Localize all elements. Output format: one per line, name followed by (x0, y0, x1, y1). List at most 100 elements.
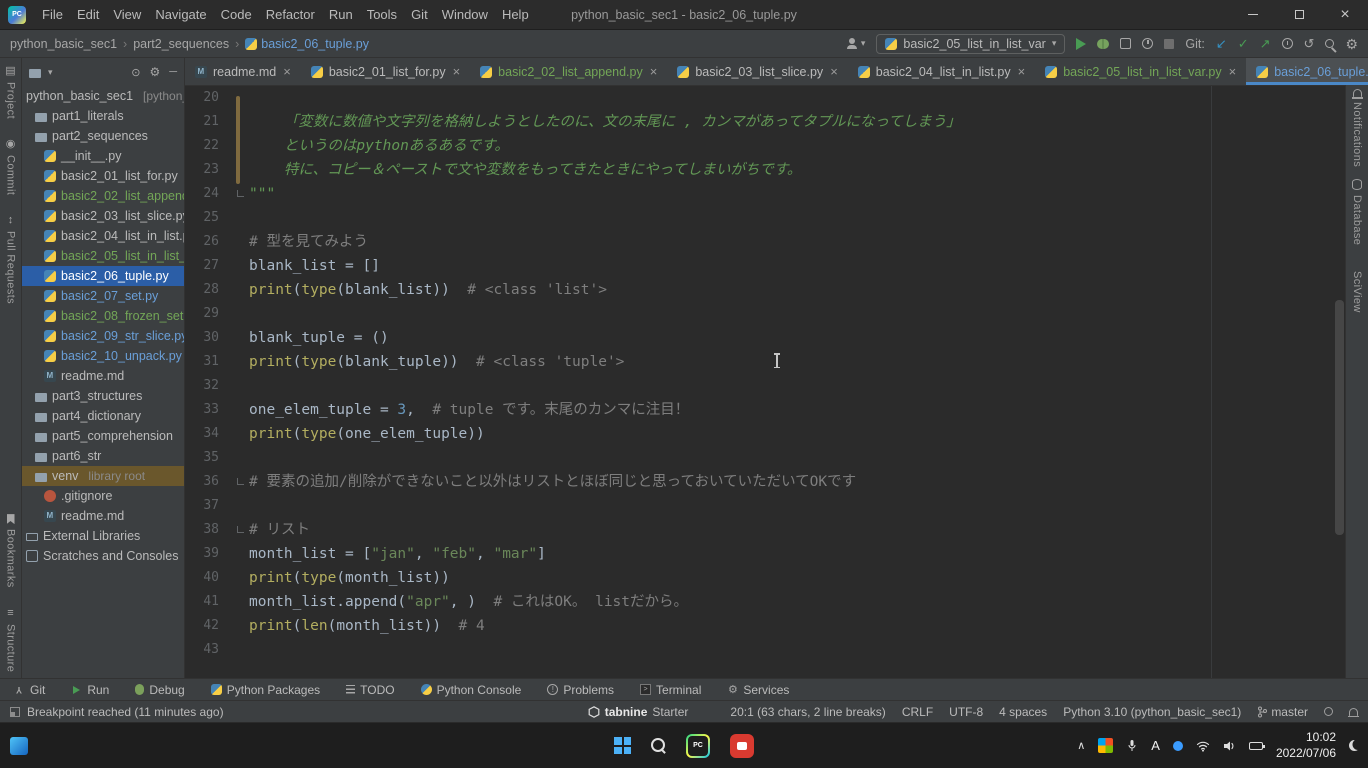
menu-edit[interactable]: Edit (70, 7, 106, 22)
breadcrumb-part2-sequences[interactable]: part2_sequences (133, 37, 229, 51)
indicator-icon[interactable] (1324, 707, 1333, 716)
gutter-line-25[interactable]: 25 (185, 206, 249, 230)
profiler-button[interactable] (1142, 38, 1153, 49)
start-button[interactable] (614, 737, 631, 754)
debug-button[interactable] (1097, 39, 1109, 49)
settings-button[interactable]: ⚙ (1345, 37, 1358, 51)
tab-basic2-02-list-append-py[interactable]: basic2_02_list_append.py× (470, 58, 667, 85)
gutter-line-26[interactable]: 26 (185, 230, 249, 254)
tree-item-init-py[interactable]: __init__.py (22, 146, 184, 166)
close-icon[interactable]: × (283, 64, 291, 79)
tree-item-basic2-05-list-in-list-var-py[interactable]: basic2_05_list_in_list_var.py (22, 246, 184, 266)
hide-panel-icon[interactable]: ─ (169, 66, 177, 78)
tree-item-basic2-08-frozen-set-py[interactable]: basic2_08_frozen_set.py (22, 306, 184, 326)
line-ending[interactable]: CRLF (902, 705, 933, 719)
tree-item-part1-literals[interactable]: part1_literals (22, 106, 184, 126)
gutter-line-28[interactable]: 28 (185, 278, 249, 302)
tool-stripe-database[interactable]: Database (1351, 179, 1363, 245)
tool-button-problems[interactable]: Problems (547, 683, 614, 697)
tree-item-part4-dictionary[interactable]: part4_dictionary (22, 406, 184, 426)
ime-mode-indicator[interactable]: A (1151, 738, 1160, 753)
tab-basic2-04-list-in-list-py[interactable]: basic2_04_list_in_list.py× (848, 58, 1035, 85)
coverage-button[interactable] (1120, 38, 1131, 49)
battery-icon[interactable] (1249, 742, 1263, 750)
menu-window[interactable]: Window (435, 7, 495, 22)
run-configuration-select[interactable]: basic2_05_list_in_list_var ▾ (876, 34, 1065, 54)
tabnine-widget[interactable]: tabnine Starter (588, 705, 689, 719)
gutter-line-43[interactable]: 43 (185, 638, 249, 662)
tree-item-readme-md[interactable]: readme.md (22, 366, 184, 386)
interpreter[interactable]: Python 3.10 (python_basic_sec1) (1063, 705, 1241, 719)
breadcrumb-basic2-06-tuple-py[interactable]: basic2_06_tuple.py (245, 37, 369, 51)
gutter-line-32[interactable]: 32 (185, 374, 249, 398)
gutter-line-37[interactable]: 37 (185, 494, 249, 518)
menu-refactor[interactable]: Refactor (259, 7, 322, 22)
fold-marker-icon[interactable] (237, 478, 244, 485)
taskbar-clock[interactable]: 10:02 2022/07/06 (1276, 730, 1336, 761)
gutter-line-34[interactable]: 34 (185, 422, 249, 446)
close-icon[interactable]: × (453, 64, 461, 79)
menu-tools[interactable]: Tools (360, 7, 404, 22)
close-icon[interactable]: × (1018, 64, 1026, 79)
code-editor[interactable]: 2021 「変数に数値や文字列を格納しようとしたのに、文の末尾に , カンマがあ… (185, 86, 1345, 678)
gear-icon[interactable]: ⚙ (149, 66, 160, 78)
tree-item-gitignore[interactable]: .gitignore (22, 486, 184, 506)
close-button[interactable]: × (1322, 0, 1368, 29)
tool-stripe-structure[interactable]: ≡ Structure (5, 608, 17, 672)
chevron-down-icon[interactable]: ▾ (48, 67, 53, 78)
ime-icon[interactable] (1173, 741, 1183, 751)
wifi-icon[interactable] (1196, 740, 1210, 752)
tray-app-icon[interactable] (1098, 738, 1113, 753)
tree-item-part2-sequences[interactable]: part2_sequences (22, 126, 184, 146)
menu-git[interactable]: Git (404, 7, 435, 22)
menu-navigate[interactable]: Navigate (148, 7, 213, 22)
menu-run[interactable]: Run (322, 7, 360, 22)
tree-item-python-basic-sec1[interactable]: python_basic_sec1[python_b (22, 86, 184, 106)
menu-file[interactable]: File (35, 7, 70, 22)
tab-basic2-01-list-for-py[interactable]: basic2_01_list_for.py× (301, 58, 470, 85)
tool-button-run[interactable]: Run (71, 683, 109, 697)
menu-help[interactable]: Help (495, 7, 536, 22)
menu-code[interactable]: Code (214, 7, 259, 22)
breadcrumb-python-basic-sec1[interactable]: python_basic_sec1 (10, 37, 117, 51)
tool-button-python-packages[interactable]: Python Packages (211, 683, 320, 697)
tree-item-basic2-10-unpack-py[interactable]: basic2_10_unpack.py (22, 346, 184, 366)
tool-button-python-console[interactable]: Python Console (421, 683, 522, 697)
tool-button-services[interactable]: Services (727, 683, 789, 697)
fold-marker-icon[interactable] (237, 526, 244, 533)
file-encoding[interactable]: UTF-8 (949, 705, 983, 719)
tree-item-basic2-01-list-for-py[interactable]: basic2_01_list_for.py (22, 166, 184, 186)
gutter-line-36[interactable]: 36 (185, 470, 249, 494)
caret-position[interactable]: 20:1 (63 chars, 2 line breaks) (730, 705, 885, 719)
tree-item-part6-str[interactable]: part6_str (22, 446, 184, 466)
tool-button-terminal[interactable]: Terminal (640, 683, 701, 697)
tab-basic2-03-list-slice-py[interactable]: basic2_03_list_slice.py× (667, 58, 847, 85)
search-everywhere-button[interactable] (1325, 39, 1334, 48)
tree-item-basic2-09-str-slice-py[interactable]: basic2_09_str_slice.py (22, 326, 184, 346)
tool-stripe-bookmarks[interactable]: Bookmarks (5, 514, 17, 588)
fold-marker-icon[interactable] (237, 190, 244, 197)
tree-item-basic2-03-list-slice-py[interactable]: basic2_03_list_slice.py (22, 206, 184, 226)
git-update-button[interactable]: ↙ (1216, 37, 1227, 50)
tool-stripe-notifications[interactable]: Notifications (1351, 89, 1363, 167)
gutter-line-31[interactable]: 31 (185, 350, 249, 374)
gutter-line-42[interactable]: 42 (185, 614, 249, 638)
tree-item-part5-comprehension[interactable]: part5_comprehension (22, 426, 184, 446)
tool-stripe-commit[interactable]: ◉ Commit (5, 139, 17, 195)
gutter-line-33[interactable]: 33 (185, 398, 249, 422)
tree-item-basic2-07-set-py[interactable]: basic2_07_set.py (22, 286, 184, 306)
tab-basic2-05-list-in-list-var-py[interactable]: basic2_05_list_in_list_var.py× (1035, 58, 1246, 85)
history-button[interactable] (1282, 38, 1293, 49)
microphone-icon[interactable] (1126, 739, 1138, 752)
maximize-button[interactable] (1276, 0, 1322, 29)
close-icon[interactable]: × (830, 64, 838, 79)
gutter-line-41[interactable]: 41 (185, 590, 249, 614)
pycharm-taskbar-icon[interactable]: PC (686, 734, 710, 758)
git-branch-widget[interactable]: master (1257, 705, 1308, 719)
tool-windows-icon[interactable] (10, 707, 20, 717)
notifications-icon[interactable] (1349, 708, 1358, 716)
run-button[interactable] (1076, 38, 1086, 50)
tree-item-part3-structures[interactable]: part3_structures (22, 386, 184, 406)
tree-item-external-libraries[interactable]: External Libraries (22, 526, 184, 546)
tree-item-venv[interactable]: venvlibrary root (22, 466, 184, 486)
